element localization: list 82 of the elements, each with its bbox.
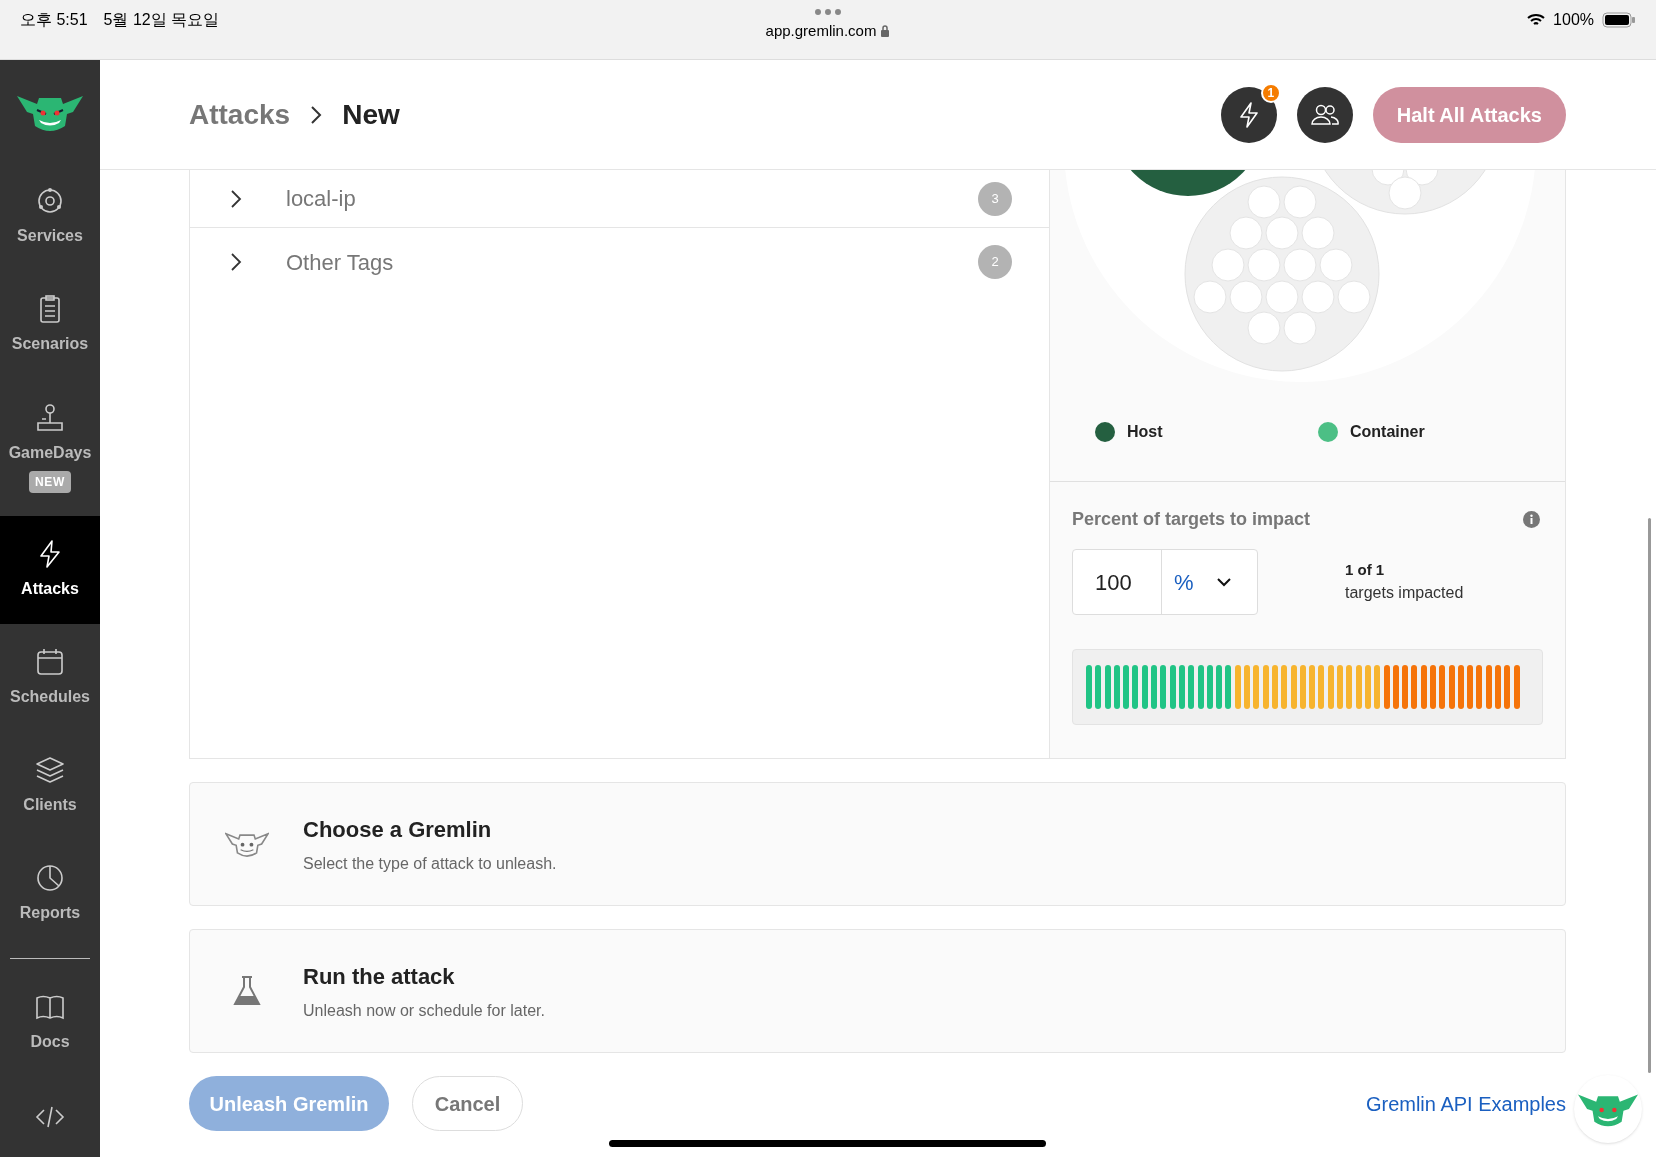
nav-item[interactable]: Services — [0, 163, 100, 271]
nav-label: Schedules — [10, 687, 90, 707]
step-title: Choose a Gremlin — [303, 815, 493, 844]
chevron-down-icon — [1215, 577, 1232, 587]
container-bubble — [1283, 248, 1317, 282]
cancel-button[interactable]: Cancel — [412, 1076, 523, 1131]
status-time: 오후 5:51 — [20, 10, 88, 30]
nav-label: Clients — [23, 795, 77, 815]
nav-label: Reports — [19, 903, 81, 923]
nav-label: Scenarios — [11, 334, 89, 354]
nav-label: GameDays — [8, 442, 92, 463]
breadcrumb-link[interactable]: Attacks — [189, 93, 291, 136]
step-subtitle: Select the type of attack to unleash. — [303, 853, 557, 874]
nav-item[interactable]: Attacks — [0, 516, 100, 624]
calendar-icon — [35, 647, 65, 677]
container-bubble — [1229, 280, 1263, 314]
step-card[interactable]: Choose a Gremlin Select the type of attack to unleash. — [189, 782, 1566, 906]
legend-label: Host — [1127, 422, 1163, 442]
container-bubble — [1265, 280, 1299, 314]
tag-group-label: Other Tags — [286, 248, 394, 277]
container-bubble — [1301, 280, 1335, 314]
count-badge: 3 — [978, 181, 1012, 216]
container-bubble — [1265, 216, 1299, 250]
pie-chart-icon — [35, 863, 65, 893]
people-icon — [1310, 103, 1339, 126]
count-badge: 2 — [978, 245, 1012, 279]
nav-item[interactable]: Docs — [0, 969, 100, 1077]
step-title: Run the attack — [303, 962, 456, 991]
step-card[interactable]: Run the attack Unleash now or schedule for later. — [189, 929, 1566, 1053]
container-bubble — [1247, 248, 1281, 282]
api-examples-link[interactable]: Gremlin API Examples — [1365, 1088, 1566, 1119]
lock-icon — [880, 25, 891, 38]
tag-group-row[interactable]: Other Tags 2 — [190, 228, 1049, 296]
impacted-count: 1 of 1 — [1345, 559, 1386, 580]
impacted-label: targets impacted — [1345, 583, 1464, 604]
chevron-right-icon — [230, 252, 242, 272]
url-text[interactable]: app.gremlin.com — [765, 20, 877, 43]
flask-icon — [232, 975, 261, 1007]
container-bubble — [1337, 280, 1371, 314]
chevron-right-icon — [310, 104, 323, 125]
scrollbar[interactable] — [1648, 518, 1651, 1073]
container-bubble — [1211, 248, 1245, 282]
chevron-right-icon — [230, 188, 242, 209]
battery-icon — [1602, 12, 1636, 28]
container-bubble — [1229, 216, 1263, 250]
breadcrumb-current: New — [342, 97, 400, 132]
layers-icon — [35, 755, 65, 785]
percent-value: 100 — [1073, 550, 1162, 614]
gremlin-face-icon — [224, 830, 269, 858]
container-bubble — [1247, 311, 1281, 345]
percent-input[interactable]: 100 % — [1072, 549, 1258, 615]
nav-item[interactable]: Schedules — [0, 624, 100, 732]
tag-group-row[interactable]: local-ip 3 — [190, 170, 1049, 228]
step-subtitle: Unleash now or schedule for later. — [303, 1000, 545, 1021]
new-badge: NEW — [29, 470, 71, 493]
help-avatar[interactable] — [1574, 1075, 1642, 1143]
nav-label: Attacks — [21, 579, 79, 599]
lightning-icon — [1237, 100, 1260, 129]
container-bubble — [1283, 311, 1317, 345]
nav-label: Services — [17, 226, 83, 246]
impact-title: Percent of targets to impact — [1072, 508, 1311, 531]
tag-group-label: local-ip — [286, 185, 356, 213]
notification-badge: 1 — [1260, 82, 1281, 103]
legend-label: Container — [1350, 422, 1425, 442]
wifi-icon — [1527, 13, 1546, 27]
container-bubble — [1283, 185, 1317, 219]
container-bubble — [1301, 216, 1335, 250]
container-bubble — [1247, 185, 1281, 219]
unit-dropdown[interactable]: % — [1162, 550, 1257, 614]
orbit-icon — [35, 186, 65, 216]
nav-label: Docs — [30, 1032, 70, 1052]
nav-item[interactable]: Clients — [0, 732, 100, 840]
container-bubble — [1319, 248, 1353, 282]
nav-item[interactable]: GameDays NEW — [0, 379, 100, 516]
joystick-icon — [35, 402, 65, 433]
nav-item[interactable]: Scenarios — [0, 271, 100, 379]
info-icon[interactable] — [1523, 511, 1540, 528]
nav-item[interactable]: Reports — [0, 840, 100, 948]
status-date: 5월 12일 목요일 — [103, 10, 220, 30]
battery-percent: 100% — [1553, 10, 1594, 30]
more-icon[interactable] — [813, 8, 843, 16]
container-bubble — [1193, 280, 1227, 314]
